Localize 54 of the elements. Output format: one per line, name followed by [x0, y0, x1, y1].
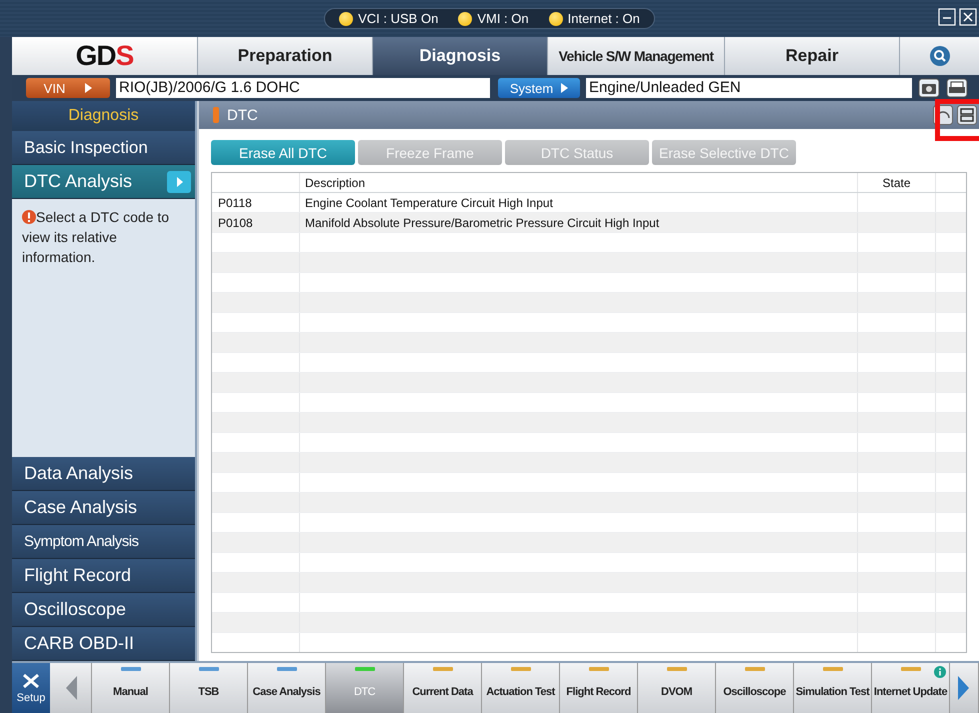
- status-label: VMI : On: [477, 11, 529, 26]
- warning-icon: [22, 210, 36, 224]
- info-text: Select a DTC code to view its relative information.: [22, 208, 170, 267]
- nav-tab[interactable]: Diagnosis: [372, 37, 547, 75]
- tool-button[interactable]: Case Analysis: [248, 663, 326, 713]
- right-arrow-icon: [957, 674, 971, 702]
- tool-button[interactable]: TSB: [170, 663, 248, 713]
- sidebar-item[interactable]: Basic Inspection: [12, 131, 195, 165]
- system-field: Engine/Unleaded GEN: [586, 78, 912, 98]
- panel-title: DTC: [227, 106, 258, 124]
- minimize-icon[interactable]: [938, 8, 956, 26]
- nav-tab[interactable]: Repair: [724, 37, 899, 75]
- nav-tab[interactable]: Preparation: [197, 37, 372, 75]
- highlight-frame: [935, 99, 979, 141]
- printer-icon[interactable]: [946, 78, 968, 98]
- table-cell: P0108: [212, 213, 300, 232]
- tool-button[interactable]: Flight Record: [560, 663, 638, 713]
- scroll-left-button[interactable]: [50, 663, 92, 713]
- sidebar-item[interactable]: CARB OBD-II: [12, 627, 195, 661]
- column-header: Description: [300, 173, 858, 192]
- tool-button[interactable]: Manual: [92, 663, 170, 713]
- sidebar-item[interactable]: DTC Analysis: [12, 165, 195, 199]
- sidebar-item[interactable]: Case Analysis: [12, 491, 195, 525]
- table-cell: Engine Coolant Temperature Circuit High Input: [300, 193, 858, 212]
- marker-icon: [213, 107, 219, 123]
- tools-icon: [21, 672, 41, 690]
- sidebar-title: Diagnosis: [12, 101, 195, 131]
- sidebar-item[interactable]: Flight Record: [12, 559, 195, 593]
- tool-button[interactable]: Actuation Test: [482, 663, 560, 713]
- vin-field: RIO(JB)/2006/G 1.6 DOHC: [116, 78, 490, 98]
- search-icon[interactable]: [928, 45, 950, 67]
- sidebar-item[interactable]: Symptom Analysis: [12, 525, 195, 559]
- system-button[interactable]: System: [498, 78, 580, 98]
- status-label: Internet : On: [568, 11, 640, 26]
- close-icon[interactable]: [959, 8, 977, 26]
- sidebar-item[interactable]: Oscilloscope: [12, 593, 195, 627]
- list-icon[interactable]: [957, 105, 977, 125]
- tool-button[interactable]: Oscilloscope: [716, 663, 794, 713]
- vin-button[interactable]: VIN: [26, 78, 110, 98]
- scroll-right-button[interactable]: [950, 663, 979, 713]
- column-header: State: [858, 173, 936, 192]
- status-label: VCI : USB On: [358, 11, 438, 26]
- tool-button[interactable]: Internet Update: [872, 663, 950, 713]
- table-cell: P0118: [212, 193, 300, 212]
- setup-button[interactable]: Setup: [12, 663, 50, 713]
- camera-icon[interactable]: [918, 78, 940, 98]
- tool-button[interactable]: Simulation Test: [794, 663, 872, 713]
- nav-tab[interactable]: Vehicle S/W Management: [547, 37, 724, 75]
- sidebar-item[interactable]: Data Analysis: [12, 457, 195, 491]
- left-arrow-icon: [64, 674, 78, 702]
- table-cell: Manifold Absolute Pressure/Barometric Pressure Circuit High Input: [300, 213, 858, 232]
- tool-button[interactable]: DVOM: [638, 663, 716, 713]
- logo: GDS: [12, 37, 197, 75]
- tool-button[interactable]: Current Data: [404, 663, 482, 713]
